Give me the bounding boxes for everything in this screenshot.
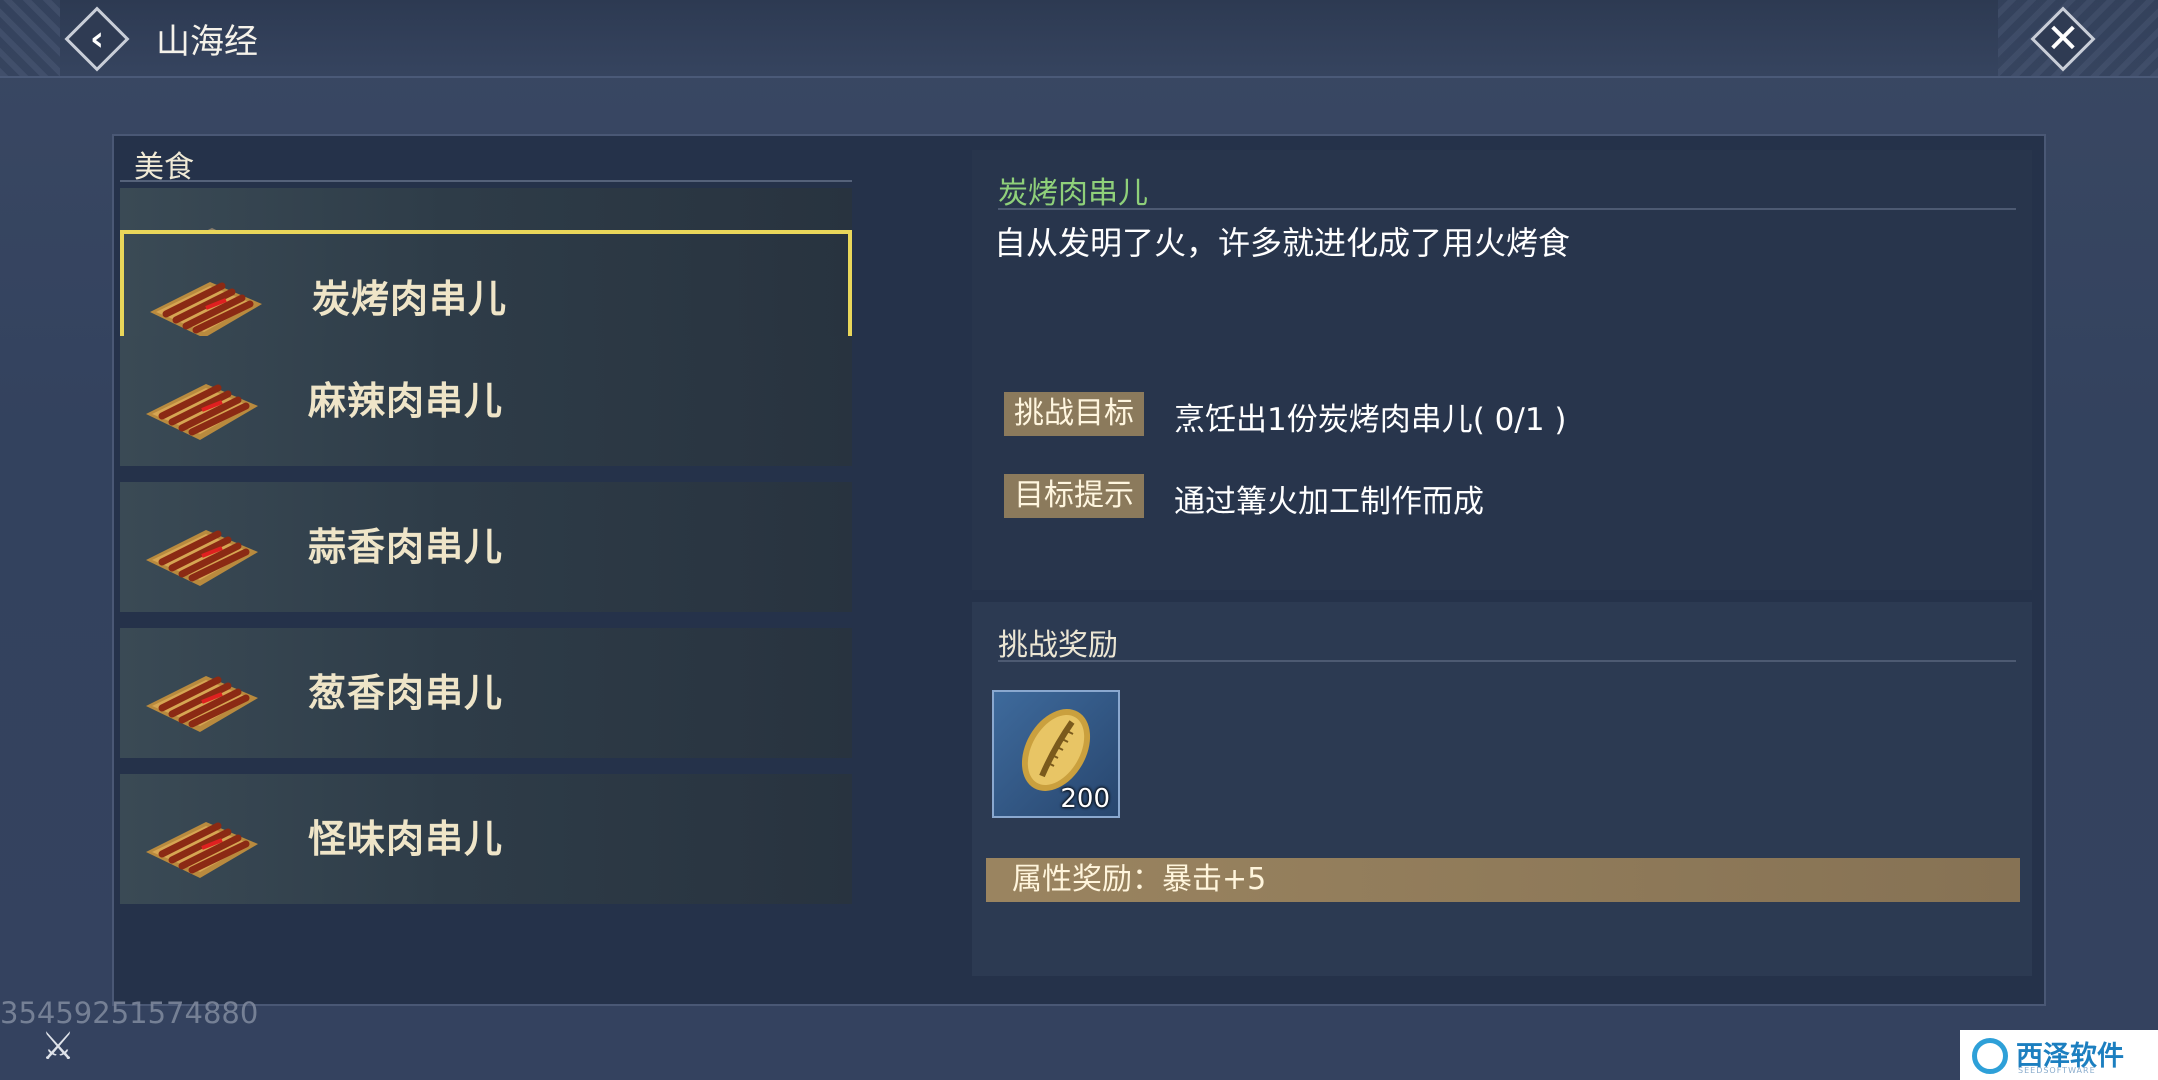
challenge-goal-tag: 挑战目标 bbox=[1004, 392, 1144, 436]
reward-divider bbox=[998, 660, 2016, 662]
watermark-logo-icon bbox=[1972, 1038, 2008, 1074]
skewers-icon bbox=[146, 676, 258, 732]
watermark: 西泽软件 SEEDSOFTWARE bbox=[1960, 1030, 2158, 1080]
skewers-icon bbox=[150, 282, 262, 338]
attribute-reward-bar: 属性奖励：暴击+5 bbox=[986, 858, 2020, 902]
skewers-icon bbox=[146, 530, 258, 586]
list-item-label: 蒜香肉串儿 bbox=[308, 525, 504, 569]
header-decoration bbox=[0, 0, 60, 76]
reward-count: 200 bbox=[1060, 784, 1110, 814]
list-item-label: 麻辣肉串儿 bbox=[308, 379, 504, 423]
crossed-swords-icon[interactable]: ⚔ bbox=[34, 1022, 82, 1070]
detail-divider bbox=[998, 208, 2016, 210]
detail-description: 自从发明了火，许多就进化成了用火烤食 bbox=[994, 224, 1571, 262]
detail-title: 炭烤肉串儿 bbox=[998, 176, 1148, 211]
food-list[interactable]: 烤鹿肉 炭烤肉串儿 麻辣肉串儿 bbox=[120, 188, 852, 994]
back-arrow-icon: ‹ bbox=[89, 19, 104, 59]
reward-title: 挑战奖励 bbox=[998, 628, 1118, 663]
list-item-odd-flavor-skewers[interactable]: 怪味肉串儿 bbox=[120, 774, 852, 904]
attribute-reward-text: 属性奖励：暴击+5 bbox=[1012, 862, 1267, 897]
list-item-label: 葱香肉串儿 bbox=[308, 671, 504, 715]
reward-item-slot[interactable]: 200 bbox=[992, 690, 1120, 818]
skewers-icon bbox=[146, 822, 258, 878]
top-bar: ‹ 山海经 ✕ bbox=[0, 0, 2158, 78]
category-divider bbox=[120, 180, 852, 182]
page-title: 山海经 bbox=[156, 22, 258, 62]
list-item-garlic-skewers[interactable]: 蒜香肉串儿 bbox=[120, 482, 852, 612]
skewers-icon bbox=[146, 384, 258, 440]
challenge-goal-text: 烹饪出1份炭烤肉串儿( 0/1 ) bbox=[1174, 402, 1567, 438]
close-icon: ✕ bbox=[2046, 16, 2080, 62]
back-button[interactable]: ‹ bbox=[62, 4, 132, 74]
reward-panel bbox=[972, 602, 2032, 976]
close-button[interactable]: ✕ bbox=[2028, 4, 2098, 74]
goal-hint-text: 通过篝火加工制作而成 bbox=[1174, 484, 1484, 520]
list-item-spicy-skewers[interactable]: 麻辣肉串儿 bbox=[120, 336, 852, 466]
goal-hint-tag: 目标提示 bbox=[1004, 474, 1144, 518]
watermark-subtext: SEEDSOFTWARE bbox=[2018, 1066, 2096, 1075]
list-item-label: 怪味肉串儿 bbox=[308, 817, 504, 861]
detail-panel bbox=[972, 150, 2032, 590]
list-item-scallion-skewers[interactable]: 葱香肉串儿 bbox=[120, 628, 852, 758]
